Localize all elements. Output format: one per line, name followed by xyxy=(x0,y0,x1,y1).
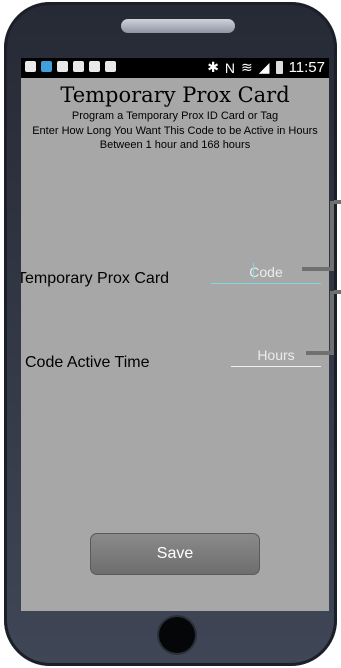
subtitle-line1: Program a Temporary Prox ID Card or Tag xyxy=(71,110,279,122)
wifi-icon: ≋ xyxy=(241,59,253,75)
active-time-label: Code Active Time xyxy=(25,354,150,371)
message-icon xyxy=(25,61,36,72)
callout-line xyxy=(334,200,341,204)
bluetooth-icon: ✱ xyxy=(207,59,219,75)
phone-frame: ✱ N ≋ ◢ 11:57 Temporary Prox Card Progra… xyxy=(0,0,341,668)
home-button[interactable] xyxy=(159,617,195,653)
callout-line xyxy=(330,291,334,355)
flipboard-icon xyxy=(73,61,84,72)
card-code-input[interactable] xyxy=(211,261,321,284)
app-screen: ✱ N ≋ ◢ 11:57 Temporary Prox Card Progra… xyxy=(21,58,329,611)
card-label: Temporary Prox Card xyxy=(21,270,170,287)
subtitle-line2: Enter How Long You Want This Code to be … xyxy=(32,125,318,137)
gallery-icon xyxy=(57,61,68,72)
callout-line xyxy=(334,290,341,294)
notification-icons xyxy=(25,61,116,72)
hours-input[interactable] xyxy=(231,344,321,367)
flipboard-icon xyxy=(89,61,100,72)
speaker-grille xyxy=(121,19,235,33)
signal-icon: ◢ xyxy=(258,59,270,75)
page-title: Temporary Prox Card xyxy=(60,83,290,107)
text-cursor xyxy=(253,263,254,279)
clock: 11:57 xyxy=(288,59,325,76)
mail-icon xyxy=(105,61,116,72)
subtitle-line3: Between 1 hour and 168 hours xyxy=(99,139,251,151)
chat-icon xyxy=(41,61,52,72)
callout-line xyxy=(330,201,334,271)
save-button[interactable]: Save xyxy=(90,533,260,575)
system-icons: ✱ N ≋ ◢ 11:57 xyxy=(207,59,325,76)
battery-icon xyxy=(275,61,283,74)
status-bar: ✱ N ≋ ◢ 11:57 xyxy=(21,58,329,78)
nfc-icon: N xyxy=(224,59,236,76)
